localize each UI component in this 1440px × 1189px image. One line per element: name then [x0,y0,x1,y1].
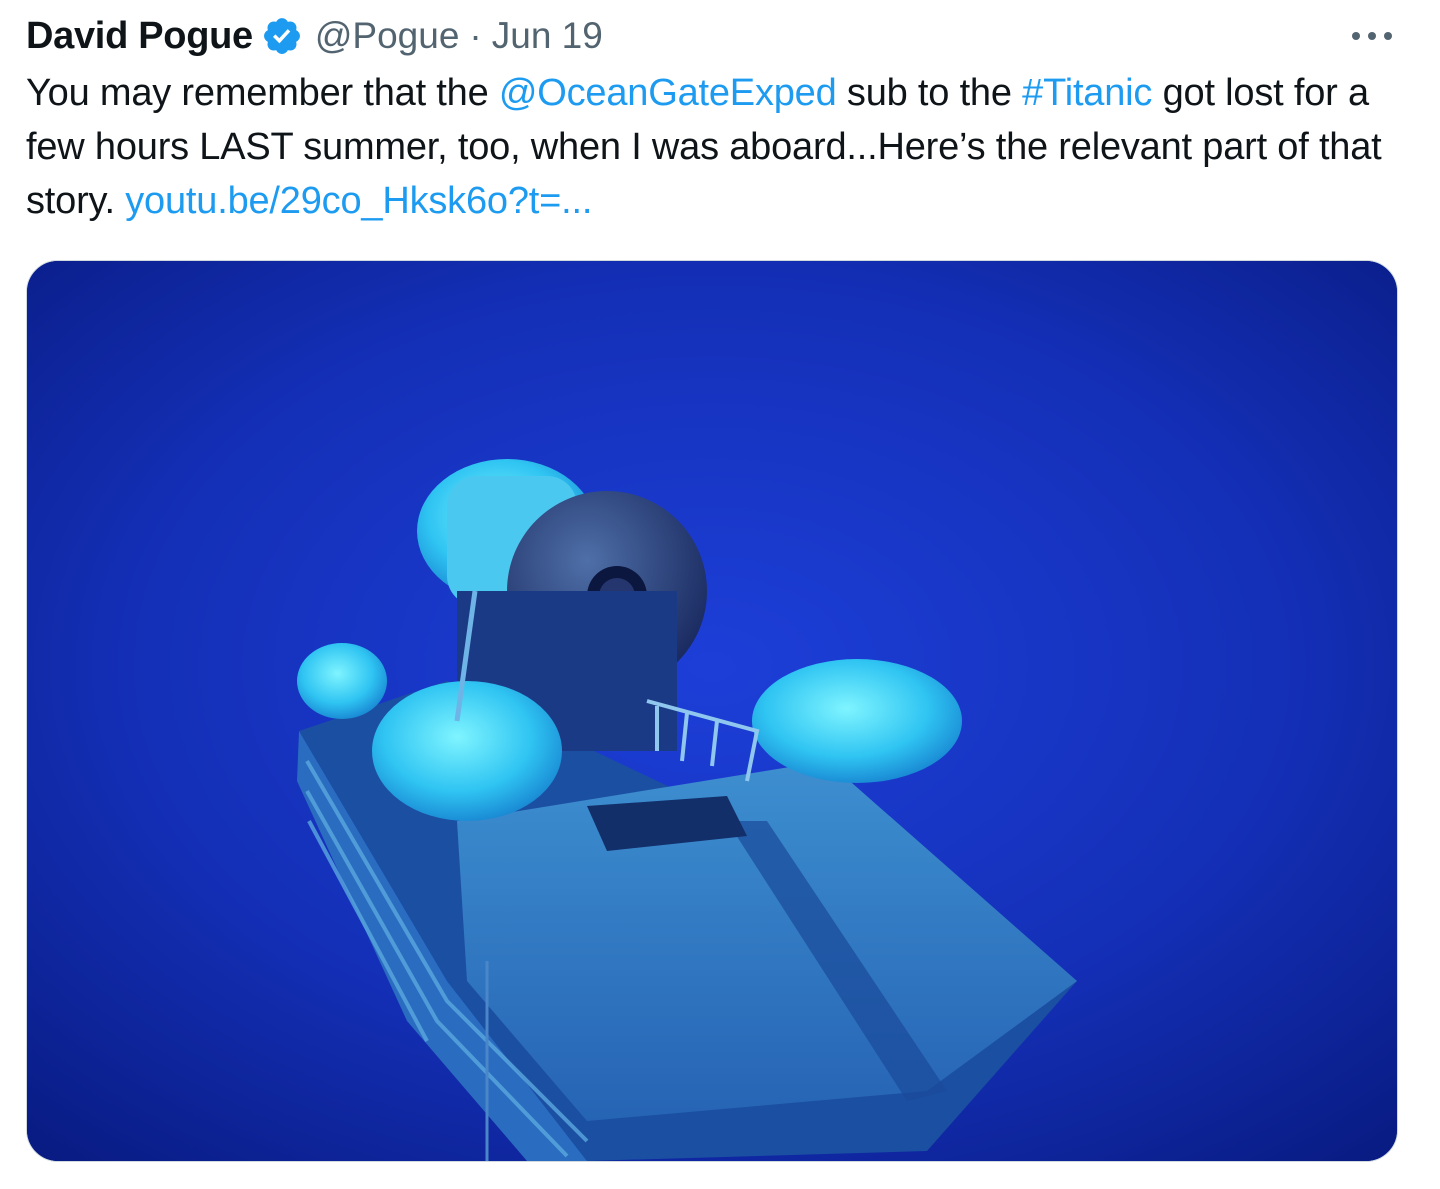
tweet-date[interactable]: Jun 19 [492,15,603,57]
submersible-photo [27,261,1397,1161]
more-horizontal-icon[interactable] [1352,14,1392,58]
author-handle[interactable]: @Pogue [315,15,460,57]
tweet-text-part: sub to the [836,72,1023,114]
mention-link[interactable]: @OceanGateExped [499,72,837,114]
author-name[interactable]: David Pogue [26,15,253,58]
header-separator: · [469,15,482,56]
tweet-text-part: You may remember that the [26,72,499,114]
verified-badge-icon [261,15,303,57]
tweet[interactable]: David Pogue @Pogue · Jun 19 You may reme… [0,0,1440,1189]
tweet-header: David Pogue @Pogue · Jun 19 [26,10,1400,62]
tweet-photo[interactable] [26,260,1398,1162]
hashtag-link[interactable]: #Titanic [1022,72,1152,114]
url-link[interactable]: youtu.be/29co_Hksk6o?t=... [125,180,592,222]
tweet-text: You may remember that the @OceanGateExpe… [26,66,1406,228]
